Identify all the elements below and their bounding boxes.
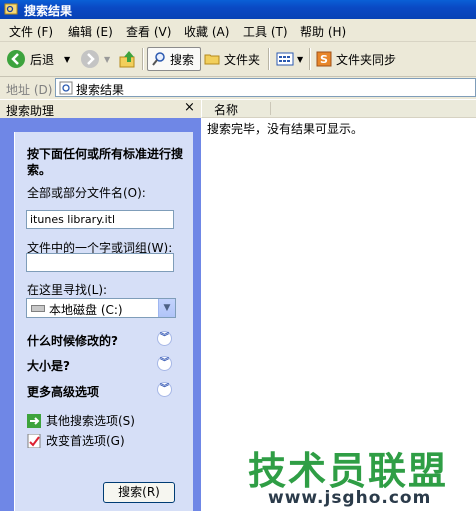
search-window-icon [4, 3, 18, 15]
search-assistant-header: 搜索助理 × [0, 100, 201, 118]
phrase-input[interactable] [26, 253, 174, 272]
search-assistant-pane: 按下面任何或所有标准进行搜索。 全部或部分文件名(O): itunes libr… [0, 118, 201, 511]
toolbar-separator [142, 48, 144, 70]
forward-dropdown-icon[interactable]: ▼ [104, 55, 110, 64]
checklist-icon [27, 433, 41, 448]
back-arrow-icon [7, 50, 25, 68]
column-divider[interactable] [270, 102, 271, 115]
search-results-icon [59, 81, 73, 95]
watermark-url: www.jsgho.com [268, 488, 432, 508]
folder-sync-button[interactable]: S 文件夹同步 [316, 47, 396, 71]
search-label: 搜索 [170, 52, 195, 67]
up-folder-button[interactable] [118, 47, 138, 71]
back-dropdown-icon[interactable]: ▼ [64, 55, 70, 64]
address-label: 地址 (D) [6, 83, 53, 97]
toolbar-separator [309, 48, 311, 70]
search-instructions: 按下面任何或所有标准进行搜索。 [27, 147, 184, 177]
address-value: 搜索结果 [76, 83, 125, 97]
lookin-label: 在这里寻找(L): [27, 283, 108, 297]
other-search-options-label: 其他搜索选项(S) [46, 414, 135, 428]
name-column-header[interactable]: 名称 [201, 100, 476, 118]
search-criteria-card: 按下面任何或所有标准进行搜索。 全部或部分文件名(O): itunes libr… [14, 132, 193, 511]
change-preferences-label: 改变首选项(G) [46, 434, 125, 448]
hard-drive-icon [31, 305, 45, 312]
advanced-options-expander[interactable]: 更多高级选项 [27, 383, 99, 400]
search-button[interactable]: 搜索 [147, 47, 201, 71]
expand-chevron-icon[interactable]: ︾ [157, 331, 172, 346]
views-grid-icon [276, 52, 294, 66]
toolbar-separator [268, 48, 270, 70]
filename-label: 全部或部分文件名(O): [27, 186, 146, 200]
back-button[interactable]: 后退 ▼ [6, 47, 70, 71]
sync-icon: S [316, 51, 332, 67]
views-dropdown-icon[interactable]: ▼ [297, 55, 303, 64]
other-search-options-link[interactable]: 其他搜索选项(S) [27, 412, 135, 429]
folder-sync-label: 文件夹同步 [336, 52, 397, 67]
menu-file[interactable]: 文件 (F) [9, 23, 53, 40]
folders-button[interactable]: 文件夹 [204, 47, 260, 71]
change-preferences-link[interactable]: 改变首选项(G) [27, 432, 125, 449]
toolbar: 后退 ▼ ▼ 搜索 文件夹 ▼ S 文件夹同步 [0, 42, 476, 77]
close-icon[interactable]: × [184, 100, 195, 115]
watermark: 技术员联盟 www.jsgho.com [248, 440, 476, 511]
watermark-text: 技术员联盟 [248, 449, 449, 493]
address-input[interactable]: 搜索结果 [55, 78, 476, 97]
views-button[interactable]: ▼ [276, 47, 303, 71]
lookin-select[interactable]: 本地磁盘 (C:) ▼ [26, 298, 176, 318]
forward-arrow-icon [81, 50, 99, 68]
menu-tools[interactable]: 工具 (T) [243, 23, 288, 40]
name-column-label: 名称 [214, 103, 239, 117]
forward-button[interactable]: ▼ [80, 47, 110, 71]
size-expander[interactable]: 大小是? [27, 357, 70, 374]
search-assistant-title: 搜索助理 [6, 104, 55, 118]
when-modified-expander[interactable]: 什么时候修改的? [27, 332, 118, 349]
filename-input[interactable]: itunes library.itl [26, 210, 174, 229]
menu-view[interactable]: 查看 (V) [126, 23, 171, 40]
lookin-value: 本地磁盘 (C:) [49, 303, 123, 317]
folder-icon [204, 54, 220, 65]
no-results-message: 搜索完毕，没有结果可显示。 [207, 122, 364, 136]
green-arrow-icon [27, 413, 41, 428]
address-bar: 地址 (D) 搜索结果 [0, 77, 476, 99]
window-title: 搜索结果 [24, 4, 73, 18]
chevron-down-icon[interactable]: ▼ [158, 299, 175, 317]
up-folder-icon [119, 51, 135, 68]
expand-chevron-icon[interactable]: ︾ [157, 382, 172, 397]
menu-edit[interactable]: 编辑 (E) [68, 23, 113, 40]
magnifier-icon [152, 52, 165, 66]
title-bar: 搜索结果 [0, 0, 476, 19]
search-submit-button[interactable]: 搜索(R) [103, 482, 175, 503]
menu-favorites[interactable]: 收藏 (A) [184, 23, 229, 40]
expand-chevron-icon[interactable]: ︾ [157, 356, 172, 371]
menu-bar: 文件 (F) 编辑 (E) 查看 (V) 收藏 (A) 工具 (T) 帮助 (H… [0, 19, 476, 42]
svg-text:S: S [320, 53, 328, 66]
folders-label: 文件夹 [224, 52, 261, 67]
menu-help[interactable]: 帮助 (H) [300, 23, 346, 40]
back-label: 后退 [30, 52, 55, 67]
